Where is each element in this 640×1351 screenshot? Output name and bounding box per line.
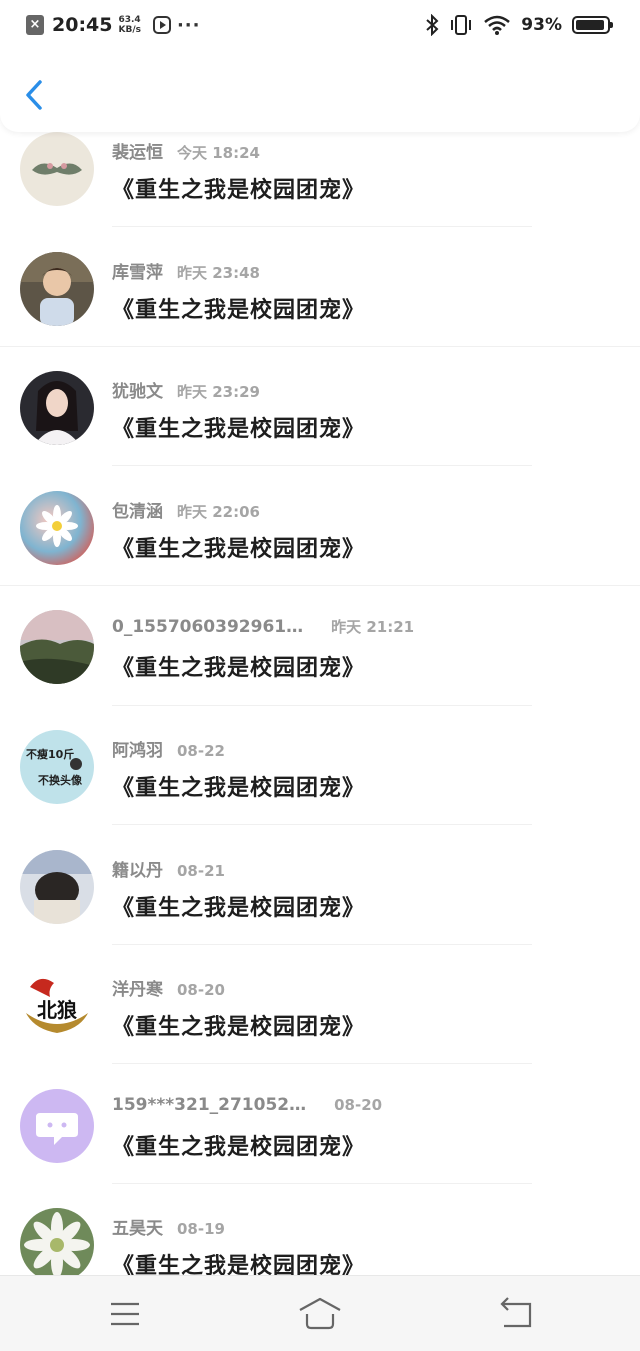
bluetooth-icon bbox=[426, 14, 439, 36]
comment-author[interactable]: 裴运恒 bbox=[112, 143, 163, 163]
comment-time: 08-19 bbox=[177, 1220, 225, 1239]
comment-item[interactable]: 不瘦10斤 不换头像 阿鸿羽 08-22 《重生之我是校园团宠》 bbox=[0, 730, 640, 850]
comment-author[interactable]: 犹驰文 bbox=[112, 382, 163, 402]
divider bbox=[112, 824, 532, 825]
chevron-left-icon bbox=[26, 80, 42, 110]
comment-item[interactable]: 北狼 洋丹寒 08-20 《重生之我是校园团宠》 bbox=[0, 969, 640, 1089]
comment-text: 《重生之我是校园团宠》 bbox=[112, 1015, 366, 1041]
comment-time: 08-22 bbox=[177, 742, 225, 760]
chat-bubble-avatar[interactable] bbox=[20, 1088, 94, 1163]
notification-close-icon: × bbox=[26, 15, 44, 35]
comment-text: 《重生之我是校园团宠》 bbox=[112, 536, 366, 562]
comment-item[interactable]: 犹驰文 昨天 23:29 《重生之我是校园团宠》 bbox=[0, 371, 640, 491]
comment-item[interactable]: 159***321_271052… 08-20 《重生之我是校园团宠》 bbox=[0, 1088, 640, 1209]
home-button[interactable] bbox=[298, 1294, 342, 1334]
network-speed: 63.4 KB/s bbox=[118, 15, 141, 35]
child-photo-avatar[interactable] bbox=[20, 251, 94, 326]
back-button[interactable] bbox=[18, 76, 52, 114]
comment-item[interactable]: 裴运恒 今天 18:24 《重生之我是校园团宠》 bbox=[0, 132, 640, 252]
system-nav-bar bbox=[0, 1275, 640, 1351]
divider bbox=[112, 226, 532, 227]
comment-text: 《重生之我是校园团宠》 bbox=[112, 895, 366, 921]
hat-girl-avatar[interactable] bbox=[20, 849, 94, 924]
comment-time: 昨天 23:48 bbox=[177, 263, 260, 282]
comment-author[interactable]: 五昊天 bbox=[112, 1219, 163, 1239]
comment-text: 《重生之我是校园团宠》 bbox=[112, 1134, 366, 1160]
divider bbox=[0, 346, 640, 347]
divider bbox=[112, 944, 532, 945]
status-bar: × 20:45 63.4 KB/s ··· 93% bbox=[0, 0, 640, 50]
comment-author[interactable]: 籍以丹 bbox=[112, 861, 163, 881]
comment-time: 08-20 bbox=[334, 1095, 383, 1114]
divider bbox=[112, 705, 532, 706]
status-time: 20:45 bbox=[52, 14, 113, 36]
divider bbox=[112, 1183, 532, 1184]
media-play-icon bbox=[152, 16, 171, 34]
divider bbox=[112, 465, 532, 466]
comment-author[interactable]: 0_1557060392961… bbox=[112, 617, 303, 637]
comment-text: 《重生之我是校园团宠》 bbox=[112, 656, 366, 682]
avatar-text: 北狼 bbox=[37, 998, 78, 1022]
header bbox=[0, 50, 640, 132]
text-sticker-avatar[interactable]: 不瘦10斤 不换头像 bbox=[20, 730, 94, 804]
avatar-text: 不换头像 bbox=[38, 773, 83, 787]
battery-level bbox=[576, 20, 604, 30]
white-flower-avatar[interactable] bbox=[20, 1208, 94, 1283]
comment-item[interactable]: 库雪萍 昨天 23:48 《重生之我是校园团宠》 bbox=[0, 251, 640, 372]
comment-author[interactable]: 包清涵 bbox=[112, 502, 163, 522]
comment-author[interactable]: 库雪萍 bbox=[112, 263, 163, 283]
menu-button[interactable] bbox=[105, 1294, 145, 1334]
landscape-avatar[interactable] bbox=[20, 610, 94, 685]
wolf-logo-avatar[interactable]: 北狼 bbox=[20, 969, 94, 1044]
comment-time: 昨天 23:29 bbox=[177, 383, 260, 402]
comment-author[interactable]: 159***321_271052… bbox=[112, 1095, 306, 1115]
comment-item[interactable]: 包清涵 昨天 22:06 《重生之我是校园团宠》 bbox=[0, 490, 640, 611]
battery-percent: 93% bbox=[521, 15, 562, 35]
divider bbox=[112, 1063, 532, 1064]
comment-time: 今天 18:24 bbox=[177, 144, 260, 162]
comment-time: 昨天 21:21 bbox=[331, 618, 415, 637]
return-icon bbox=[500, 1297, 532, 1328]
wifi-icon bbox=[484, 15, 511, 35]
mustache-avatar[interactable] bbox=[20, 132, 94, 206]
daisy-blue-avatar[interactable] bbox=[20, 490, 94, 565]
menu-icon bbox=[111, 1302, 139, 1326]
girl-photo-avatar[interactable] bbox=[20, 371, 94, 446]
comment-time: 08-21 bbox=[177, 861, 225, 880]
comment-item[interactable]: 0_1557060392961… 昨天 21:21 《重生之我是校园团宠》 bbox=[0, 610, 640, 730]
comment-text: 《重生之我是校园团宠》 bbox=[112, 417, 366, 443]
vibrate-icon bbox=[451, 15, 472, 35]
return-button[interactable] bbox=[496, 1294, 536, 1334]
comment-time: 昨天 22:06 bbox=[177, 502, 260, 521]
comment-text: 《重生之我是校园团宠》 bbox=[112, 297, 366, 323]
more-notifications-icon: ··· bbox=[176, 14, 201, 36]
comment-author[interactable]: 阿鸿羽 bbox=[112, 741, 163, 761]
home-icon bbox=[299, 1297, 341, 1330]
battery-icon bbox=[572, 16, 613, 34]
comment-text: 《重生之我是校园团宠》 bbox=[112, 178, 366, 203]
avatar-text: 不瘦10斤 bbox=[26, 747, 74, 761]
comment-item[interactable]: 籍以丹 08-21 《重生之我是校园团宠》 bbox=[0, 849, 640, 970]
divider bbox=[0, 585, 640, 586]
comment-author[interactable]: 洋丹寒 bbox=[112, 980, 163, 1000]
comment-text: 《重生之我是校园团宠》 bbox=[112, 776, 366, 801]
comment-time: 08-20 bbox=[177, 981, 225, 1000]
